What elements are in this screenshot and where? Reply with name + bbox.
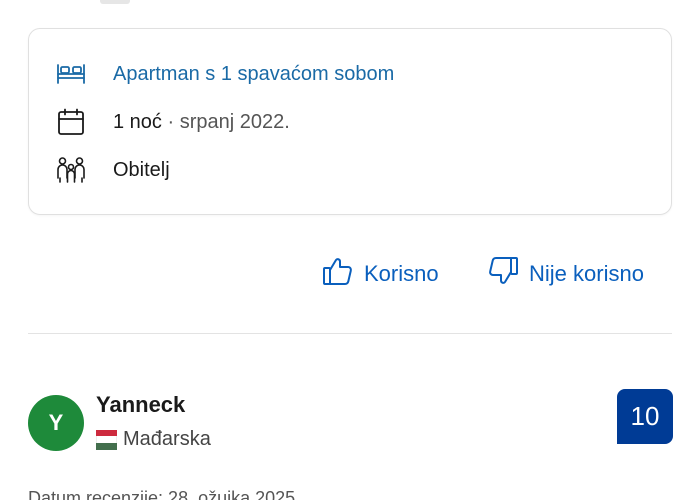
helpful-button[interactable]: Korisno xyxy=(322,252,439,296)
top-edge-fragment xyxy=(100,0,130,4)
avatar: Y xyxy=(28,395,84,451)
review-date: Datum recenzije: 28. ožujka 2025. xyxy=(28,488,301,500)
calendar-icon xyxy=(55,106,87,138)
date-separator: · xyxy=(167,110,175,133)
stay-details-card: Apartman s 1 spavaćom sobom 1 noć · srpa… xyxy=(28,28,672,215)
family-icon xyxy=(55,154,87,186)
review-divider xyxy=(28,333,672,334)
thumbs-down-icon xyxy=(487,255,519,293)
traveler-type: Obitelj xyxy=(113,158,170,181)
stay-room-row: Apartman s 1 spavaćom sobom xyxy=(55,57,394,91)
stay-date: 1 noć · srpanj 2022. xyxy=(113,111,290,134)
hungary-flag-icon xyxy=(96,429,117,450)
not-helpful-button[interactable]: Nije korisno xyxy=(487,252,644,296)
not-helpful-label: Nije korisno xyxy=(529,261,644,286)
stay-month: srpanj 2022. xyxy=(179,110,290,133)
avatar-initial: Y xyxy=(48,410,64,435)
review-page: Apartman s 1 spavaćom sobom 1 noć · srpa… xyxy=(0,0,700,500)
reviewer-name: Yanneck xyxy=(96,392,186,417)
room-type[interactable]: Apartman s 1 spavaćom sobom xyxy=(113,63,394,86)
thumbs-up-icon xyxy=(322,255,354,293)
bed-icon xyxy=(55,58,87,90)
country-name: Mađarska xyxy=(123,428,211,450)
review-score-badge: 10 xyxy=(617,389,673,444)
stay-group-row: Obitelj xyxy=(55,153,170,187)
stay-date-row: 1 noć · srpanj 2022. xyxy=(55,105,290,139)
nights-count: 1 noć xyxy=(113,110,162,133)
reviewer-country: Mađarska xyxy=(96,428,211,451)
helpful-label: Korisno xyxy=(364,261,439,286)
